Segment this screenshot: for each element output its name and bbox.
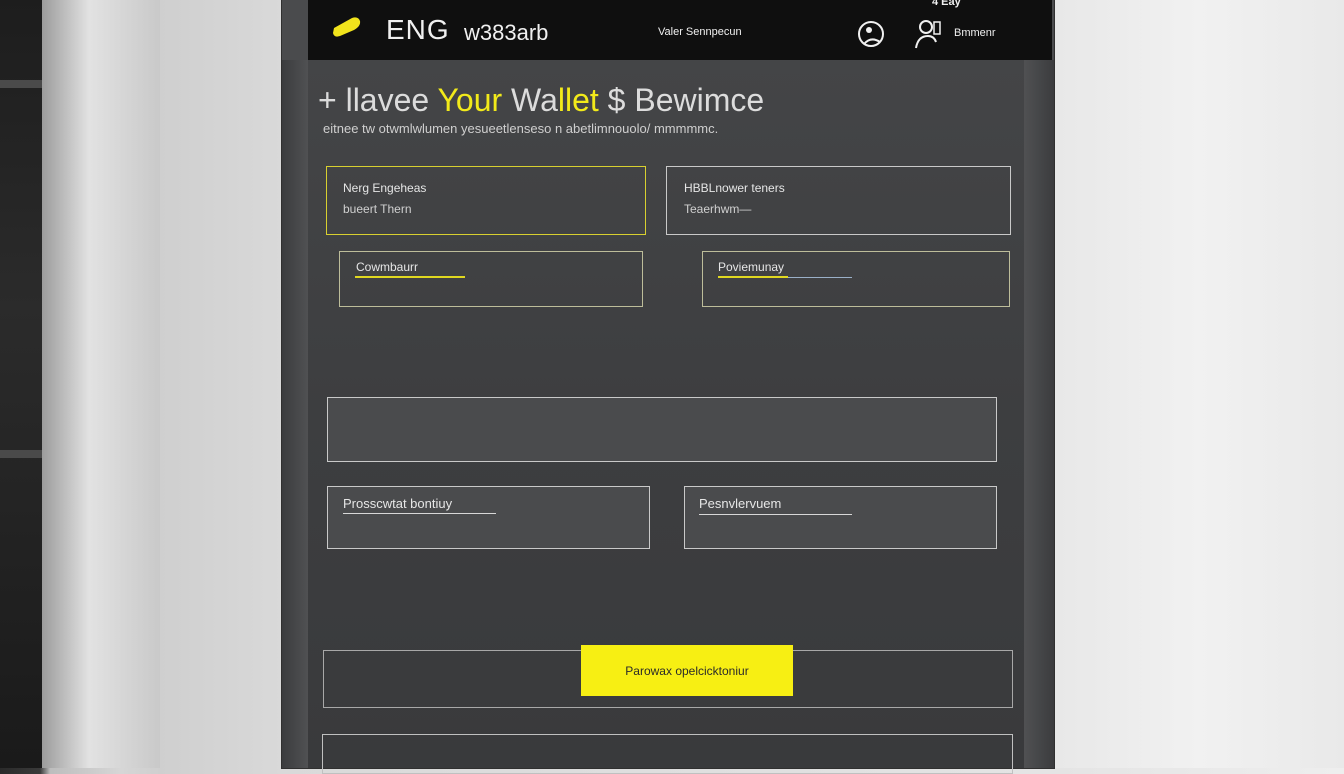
card-1-label: Nerg Engeheas: [343, 181, 427, 195]
left-wall-edge: [42, 0, 160, 768]
card-2-label: HBBLnower teners: [684, 181, 785, 195]
logo-icon: [333, 17, 361, 37]
input-2-label: Poviemunay: [718, 260, 785, 274]
card-2-sub: Teaerhwm—: [684, 202, 752, 216]
user-icon[interactable]: [856, 18, 888, 50]
page-title: + llavee Your Wallet $ Bewimce: [318, 82, 764, 119]
nav-link[interactable]: Valer Sennpecun: [658, 26, 742, 38]
bottom-panel: [322, 734, 1013, 774]
brand-name: ENG: [386, 14, 450, 45]
input-1-label: Cowmbaurr: [356, 260, 419, 274]
input-3-label: Prosscwtat bontiuy: [343, 496, 453, 511]
profile-label[interactable]: Bmmenr: [954, 27, 996, 39]
title-highlight-wallet: llet: [557, 82, 599, 118]
input-3-underline: [343, 513, 496, 514]
left-door-frame: [0, 0, 42, 768]
primary-action-button[interactable]: Parowax opelcicktoniur: [581, 645, 793, 696]
title-mid: Wa: [502, 82, 558, 118]
top-tag: 4 Eay: [932, 0, 961, 8]
brand-subtitle: w383arb: [464, 20, 549, 45]
input-4-underline: [699, 514, 852, 515]
info-card-1[interactable]: [326, 166, 646, 235]
door-frame-detail: [0, 80, 42, 88]
input-2-underline: [788, 277, 852, 278]
wide-input-field[interactable]: [327, 397, 997, 462]
info-card-2[interactable]: [666, 166, 1011, 235]
device-bezel-right: [1024, 60, 1054, 768]
profile-icon[interactable]: [912, 18, 944, 50]
input-2-underline-active: [718, 276, 788, 278]
title-suffix: $ Bewimce: [598, 82, 765, 118]
top-bar: ENG w383arb Valer Sennpecun 4 Eay Bmmenr: [308, 0, 1052, 60]
input-4-label: Pesnvlervuem: [699, 496, 782, 511]
device-bezel-left: [282, 60, 308, 768]
card-1-sub: bueert Thern: [343, 202, 412, 216]
page-subtitle: eitnee tw otwmlwlumen yesueetlenseso n a…: [323, 121, 719, 136]
door-frame-detail: [0, 450, 42, 458]
title-prefix: + llavee: [318, 82, 438, 118]
input-1-underline: [355, 276, 465, 278]
title-highlight-your: Your: [437, 82, 503, 118]
right-wall: [1054, 0, 1344, 768]
